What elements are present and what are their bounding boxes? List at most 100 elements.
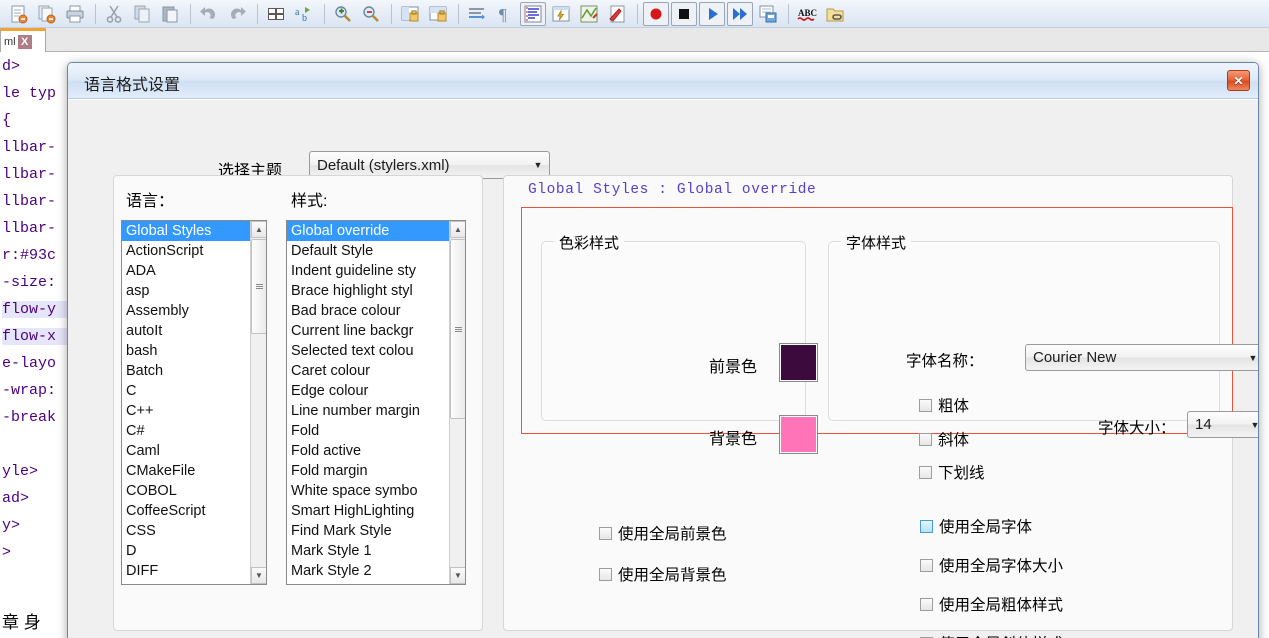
language-scrollbar[interactable]: ▲ ▼ [250, 221, 266, 584]
list-item[interactable]: Caret colour [287, 361, 449, 381]
scroll-up-icon[interactable]: ▲ [450, 221, 466, 238]
font-size-label: 字体大小： [1098, 416, 1176, 438]
spell-check-icon[interactable]: ABC [794, 2, 820, 26]
zoom-out-icon[interactable] [358, 2, 384, 26]
sync-horizontal-scroll-icon[interactable] [425, 2, 451, 26]
folder-workspace-icon[interactable] [822, 2, 848, 26]
print-icon[interactable] [62, 2, 88, 26]
list-item[interactable]: Mark Style 1 [287, 541, 449, 561]
close-icon[interactable]: X [18, 35, 32, 49]
new-file-icon[interactable] [6, 2, 32, 26]
zoom-in-icon[interactable] [330, 2, 356, 26]
font-name-select[interactable]: Courier New ▼ [1025, 344, 1259, 371]
list-item[interactable]: Bad brace colour [287, 301, 449, 321]
indent-guide-icon[interactable] [520, 2, 546, 26]
list-item[interactable]: Brace highlight styl [287, 281, 449, 301]
background-color-swatch[interactable] [779, 415, 818, 454]
italic-checkbox[interactable]: 斜体 [919, 428, 969, 450]
list-item[interactable]: Caml [122, 441, 250, 461]
list-item[interactable]: C# [122, 421, 250, 441]
show-all-chars-icon[interactable]: ¶ [492, 2, 518, 26]
svg-text:ABC: ABC [798, 8, 817, 18]
font-size-select[interactable]: 14 ▼ [1187, 411, 1259, 438]
use-global-foreground-checkbox[interactable]: 使用全局前景色 [599, 522, 727, 544]
list-item[interactable]: White space symbo [287, 481, 449, 501]
cut-icon[interactable] [101, 2, 127, 26]
stop-macro-icon[interactable] [671, 2, 697, 26]
redo-icon[interactable] [224, 2, 250, 26]
list-item[interactable]: ActionScript [122, 241, 250, 261]
italic-checkbox-label: 斜体 [938, 428, 969, 450]
find-icon[interactable] [263, 2, 289, 26]
list-item[interactable]: Mark Style 2 [287, 561, 449, 581]
use-global-font-size-checkbox[interactable]: 使用全局字体大小 [920, 554, 1063, 576]
list-item[interactable]: Assembly [122, 301, 250, 321]
main-toolbar: ab ¶ [0, 0, 1269, 28]
list-item[interactable]: Fold [287, 421, 449, 441]
dialog-titlebar[interactable]: 语言格式设置 ✕ [68, 63, 1259, 99]
scroll-down-icon[interactable]: ▼ [450, 567, 466, 584]
list-item[interactable]: ADA [122, 261, 250, 281]
toolbar-separator [190, 4, 191, 24]
list-item[interactable]: C [122, 381, 250, 401]
list-item[interactable]: Fold active [287, 441, 449, 461]
style-scrollbar[interactable]: ▲ ▼ [449, 221, 465, 584]
list-item[interactable]: Indent guideline sty [287, 261, 449, 281]
sync-vertical-scroll-icon[interactable] [397, 2, 423, 26]
list-item[interactable]: Current line backgr [287, 321, 449, 341]
list-item[interactable]: asp [122, 281, 250, 301]
word-wrap-icon[interactable] [464, 2, 490, 26]
underline-checkbox[interactable]: 下划线 [919, 461, 985, 483]
checkbox-box [920, 559, 933, 572]
list-item[interactable]: Fold margin [287, 461, 449, 481]
list-item[interactable]: CMakeFile [122, 461, 250, 481]
list-item[interactable]: Line number margin [287, 401, 449, 421]
scrollbar-thumb[interactable] [450, 239, 466, 419]
document-map-icon[interactable] [576, 2, 602, 26]
toolbar-separator [391, 4, 392, 24]
copy-icon[interactable] [129, 2, 155, 26]
scroll-down-icon[interactable]: ▼ [251, 567, 267, 584]
list-item[interactable]: Smart HighLighting [287, 501, 449, 521]
use-global-background-checkbox[interactable]: 使用全局背景色 [599, 563, 727, 585]
replace-icon[interactable]: ab [291, 2, 317, 26]
list-item[interactable]: CoffeeScript [122, 501, 250, 521]
function-list-icon[interactable] [604, 2, 630, 26]
list-item[interactable]: bash [122, 341, 250, 361]
bold-checkbox[interactable]: 粗体 [919, 394, 969, 416]
play-macro-icon[interactable] [699, 2, 725, 26]
list-item[interactable]: CSS [122, 521, 250, 541]
language-list-label: 语言： [126, 187, 174, 211]
record-macro-icon[interactable] [643, 2, 669, 26]
use-global-italic-checkbox[interactable]: 使用全局斜体样式 [920, 632, 1063, 638]
list-item[interactable]: DIFF [122, 561, 250, 581]
paste-icon[interactable] [157, 2, 183, 26]
use-global-font-checkbox[interactable]: 使用全局字体 [920, 515, 1032, 537]
list-item[interactable]: D [122, 541, 250, 561]
list-item[interactable]: Find Mark Style [287, 521, 449, 541]
list-item[interactable]: Edge colour [287, 381, 449, 401]
underline-checkbox-label: 下划线 [938, 461, 985, 483]
undo-icon[interactable] [196, 2, 222, 26]
open-file-icon[interactable] [34, 2, 60, 26]
save-macro-icon[interactable] [755, 2, 781, 26]
list-item[interactable]: Selected text colou [287, 341, 449, 361]
document-tab[interactable]: ml X [0, 28, 46, 52]
svg-text:¶: ¶ [499, 5, 507, 24]
list-item[interactable]: Batch [122, 361, 250, 381]
list-item[interactable]: autoIt [122, 321, 250, 341]
scroll-up-icon[interactable]: ▲ [251, 221, 267, 238]
language-listbox[interactable]: Global StylesActionScriptADAaspAssemblya… [121, 220, 267, 585]
list-item[interactable]: Global Styles [122, 221, 250, 241]
foreground-color-swatch[interactable] [779, 343, 818, 382]
scrollbar-thumb[interactable] [251, 239, 267, 334]
list-item[interactable]: C++ [122, 401, 250, 421]
list-item[interactable]: Global override [287, 221, 449, 241]
run-macro-multiple-icon[interactable] [727, 2, 753, 26]
close-icon[interactable]: ✕ [1227, 70, 1250, 91]
list-item[interactable]: Default Style [287, 241, 449, 261]
use-global-bold-checkbox[interactable]: 使用全局粗体样式 [920, 593, 1063, 615]
list-item[interactable]: COBOL [122, 481, 250, 501]
style-listbox[interactable]: Global overrideDefault StyleIndent guide… [286, 220, 466, 585]
user-defined-language-icon[interactable] [548, 2, 574, 26]
